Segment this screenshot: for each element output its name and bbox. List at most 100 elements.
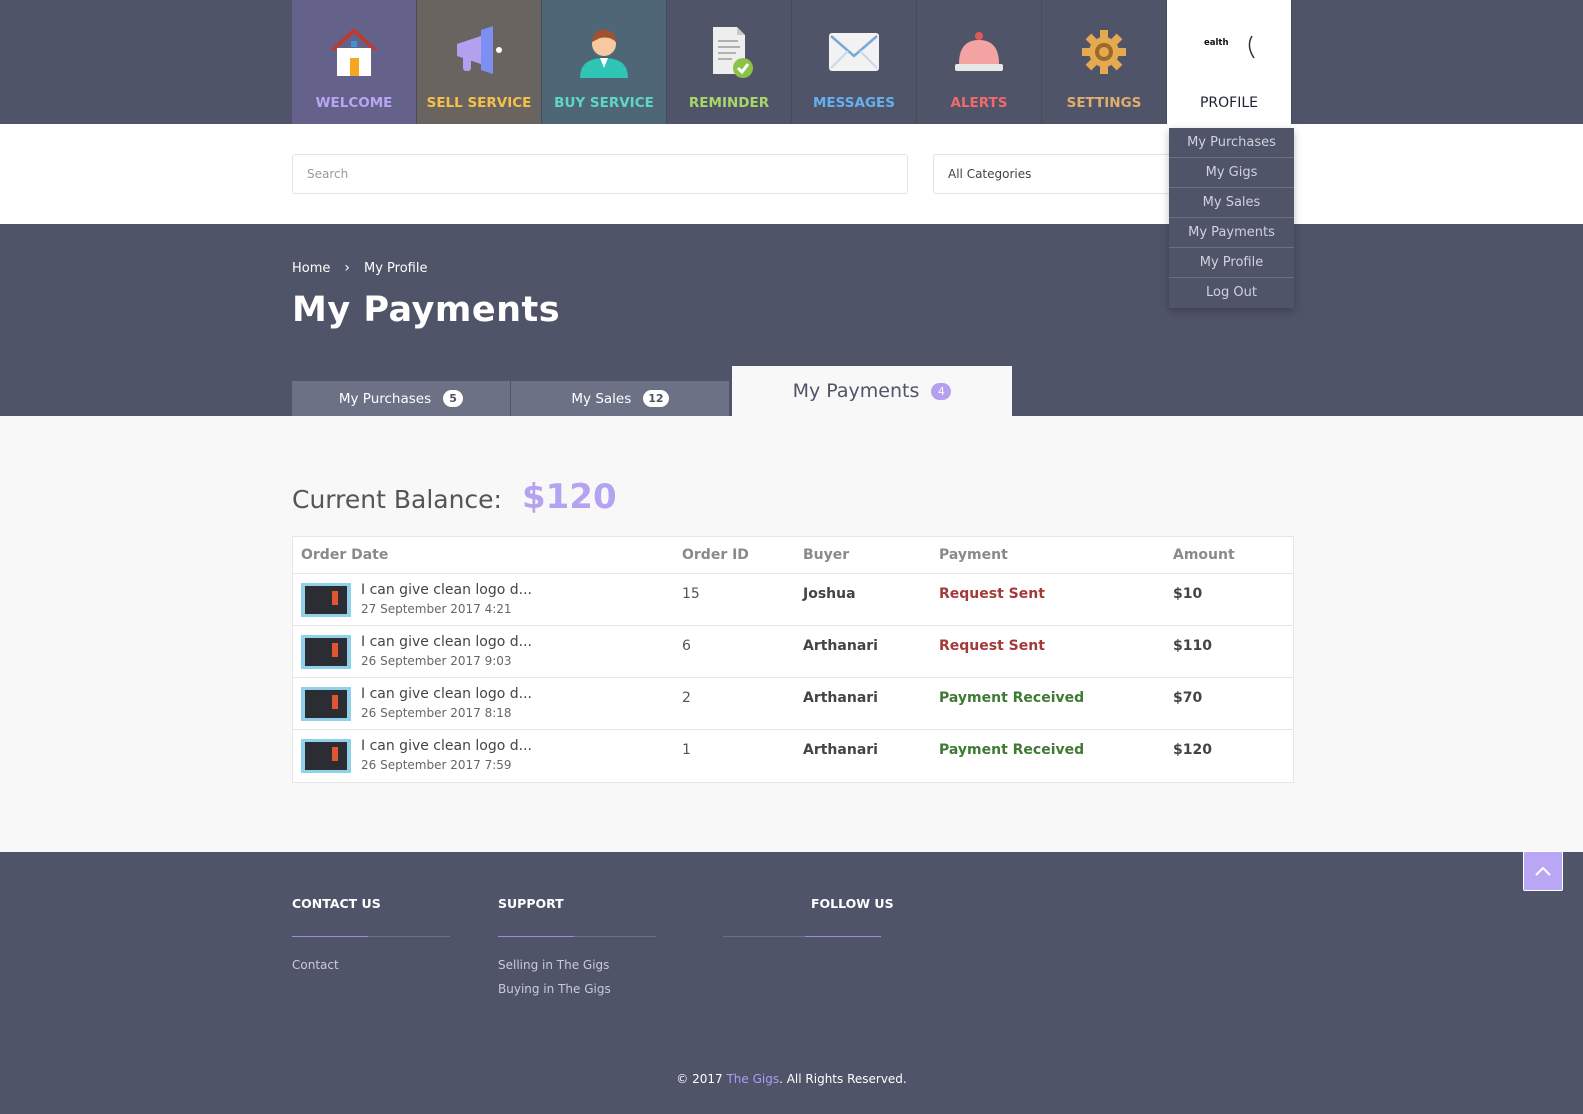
divider: [498, 936, 656, 937]
tab-my-payments[interactable]: My Payments 4: [732, 366, 1012, 416]
tab-label: My Sales: [571, 390, 632, 407]
menu-item-my-profile[interactable]: My Profile: [1169, 248, 1294, 278]
count-badge: 12: [643, 390, 669, 407]
amount: $110: [1173, 638, 1212, 654]
order-date: 26 September 2017 7:59: [361, 758, 512, 772]
table-row[interactable]: I can give clean logo d... 26 September 2…: [293, 626, 1293, 678]
payments-table: Order Date Order ID Buyer Payment Amount…: [292, 536, 1294, 783]
menu-item-log-out[interactable]: Log Out: [1169, 278, 1294, 308]
nav-label: BUY SERVICE: [554, 95, 654, 111]
column-header-amount[interactable]: Amount: [1173, 547, 1235, 563]
nav-label: ALERTS: [950, 95, 1008, 111]
footer-heading: FOLLOW US: [811, 896, 894, 911]
gig-thumbnail[interactable]: [301, 583, 351, 617]
payment-status: Request Sent: [939, 638, 1045, 654]
main-nav: WELCOME SELL SERVICE BUY SERVICE REMINDE…: [292, 0, 1292, 124]
page-header: Home › My Profile My Payments My Purchas…: [0, 224, 1583, 416]
breadcrumb: Home › My Profile: [292, 260, 427, 276]
order-date: 26 September 2017 8:18: [361, 706, 512, 720]
divider: [723, 936, 881, 937]
page-title: My Payments: [292, 290, 561, 330]
footer-follow: FOLLOW US: [811, 896, 894, 911]
footer-link-contact[interactable]: Contact: [292, 958, 339, 972]
table-row[interactable]: I can give clean logo d... 26 September 2…: [293, 678, 1293, 730]
tab-my-purchases[interactable]: My Purchases 5: [292, 381, 510, 416]
table-header: Order Date Order ID Buyer Payment Amount: [293, 537, 1293, 574]
buyer-name: Joshua: [803, 586, 856, 602]
house-icon: [330, 28, 378, 76]
nav-label: PROFILE: [1199, 95, 1259, 111]
divider: [292, 936, 450, 937]
gig-thumbnail[interactable]: [301, 635, 351, 669]
menu-item-my-payments[interactable]: My Payments: [1169, 218, 1294, 248]
search-input[interactable]: [292, 154, 908, 194]
nav-buy-service[interactable]: BUY SERVICE: [542, 0, 667, 124]
gig-thumbnail[interactable]: [301, 739, 351, 773]
nav-sell-service[interactable]: SELL SERVICE: [417, 0, 542, 124]
tab-label: My Payments: [792, 380, 920, 402]
column-header-buyer[interactable]: Buyer: [803, 547, 849, 563]
tab-my-sales[interactable]: My Sales 12: [511, 381, 729, 416]
footer-link-selling[interactable]: Selling in The Gigs: [498, 958, 609, 972]
footer-contact: CONTACT US: [292, 896, 381, 911]
table-row[interactable]: I can give clean logo d... 26 September 2…: [293, 730, 1293, 782]
nav-messages[interactable]: MESSAGES: [792, 0, 917, 124]
order-id: 2: [682, 690, 691, 706]
breadcrumb-current: My Profile: [364, 260, 428, 276]
back-to-top-button[interactable]: [1523, 851, 1563, 891]
copyright-prefix: © 2017: [676, 1072, 727, 1086]
brand-link[interactable]: The Gigs: [726, 1072, 779, 1086]
nav-reminder[interactable]: REMINDER: [667, 0, 792, 124]
nav-profile[interactable]: ealth PROFILE: [1167, 0, 1292, 124]
nav-label: REMINDER: [688, 95, 770, 111]
buyer-name: Arthanari: [803, 690, 878, 706]
amount: $10: [1173, 586, 1203, 602]
envelope-icon: [829, 33, 879, 71]
count-badge: 5: [443, 390, 464, 407]
footer-link-buying[interactable]: Buying in The Gigs: [498, 982, 611, 996]
gig-thumbnail[interactable]: [301, 687, 351, 721]
payment-status: Payment Received: [939, 742, 1085, 758]
megaphone-icon: [457, 26, 502, 74]
category-select[interactable]: All Categories: [933, 154, 1173, 194]
current-balance: Current Balance: $120: [292, 477, 617, 517]
menu-item-my-sales[interactable]: My Sales: [1169, 188, 1294, 218]
column-header-payment[interactable]: Payment: [939, 547, 1008, 563]
order-id: 6: [682, 638, 691, 654]
nav-welcome[interactable]: WELCOME: [292, 0, 417, 124]
gear-icon: [1082, 30, 1126, 74]
avatar-image: ealth: [1194, 26, 1264, 82]
amount: $120: [1173, 742, 1212, 758]
search-bar: All Categories: [0, 124, 1583, 224]
amount: $70: [1173, 690, 1203, 706]
gig-title[interactable]: I can give clean logo d...: [361, 686, 532, 702]
gig-title[interactable]: I can give clean logo d...: [361, 738, 532, 754]
order-date: 26 September 2017 9:03: [361, 654, 512, 668]
balance-value: $120: [521, 477, 617, 517]
nav-label: MESSAGES: [813, 95, 895, 111]
table-row[interactable]: I can give clean logo d... 27 September 2…: [293, 574, 1293, 626]
tab-label: My Purchases: [338, 390, 432, 407]
nav-label: SETTINGS: [1066, 95, 1142, 111]
column-header-order-date[interactable]: Order Date: [301, 547, 388, 563]
copyright-suffix: . All Rights Reserved.: [779, 1072, 907, 1086]
nav-settings[interactable]: SETTINGS: [1042, 0, 1167, 124]
column-header-order-id[interactable]: Order ID: [682, 547, 749, 563]
breadcrumb-home[interactable]: Home: [292, 261, 330, 276]
payment-status: Payment Received: [939, 690, 1085, 706]
gig-title[interactable]: I can give clean logo d...: [361, 634, 532, 650]
menu-item-my-purchases[interactable]: My Purchases: [1169, 128, 1294, 158]
top-navbar: WELCOME SELL SERVICE BUY SERVICE REMINDE…: [0, 0, 1583, 124]
buyer-name: Arthanari: [803, 638, 878, 654]
gig-title[interactable]: I can give clean logo d...: [361, 582, 532, 598]
menu-item-my-gigs[interactable]: My Gigs: [1169, 158, 1294, 188]
balance-label: Current Balance:: [292, 485, 502, 514]
user-icon: [580, 29, 628, 78]
footer-heading: SUPPORT: [498, 896, 564, 911]
nav-alerts[interactable]: ALERTS: [917, 0, 1042, 124]
bell-icon: [955, 32, 1003, 71]
footer-heading: CONTACT US: [292, 896, 381, 911]
order-id: 1: [682, 742, 691, 758]
profile-dropdown-menu: My Purchases My Gigs My Sales My Payment…: [1169, 128, 1294, 308]
order-id: 15: [682, 586, 700, 602]
